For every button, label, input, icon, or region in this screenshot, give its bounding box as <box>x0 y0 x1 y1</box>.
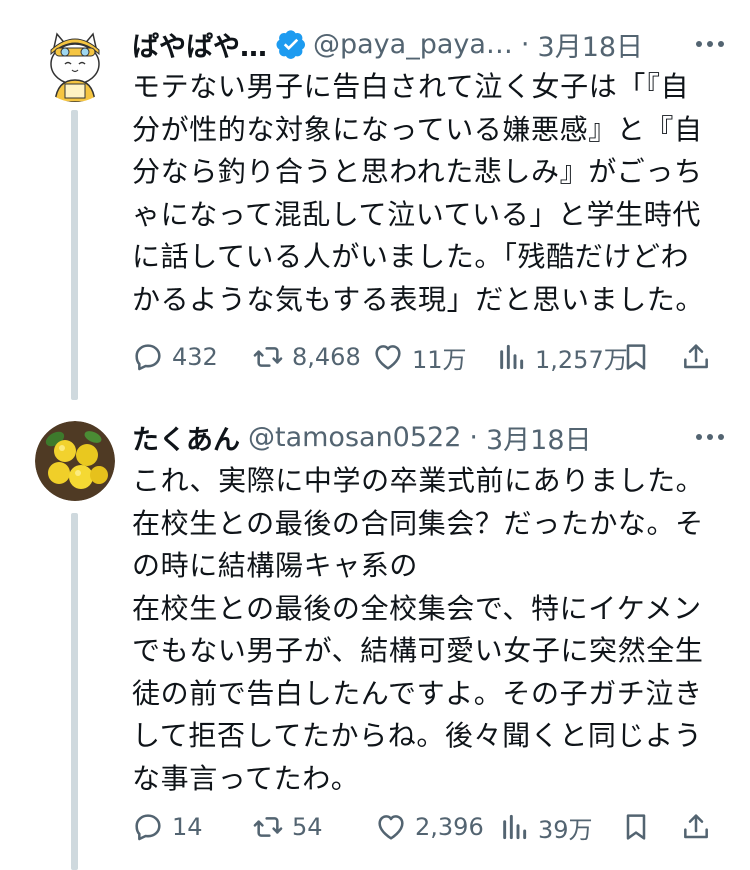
tweet-reply[interactable]: たくあん @tamosan0522 · 3月18日 これ、実際に中学の卒業式前に… <box>0 395 750 870</box>
reply-count: 14 <box>172 813 203 841</box>
tweet-header: たくあん @tamosan0522 · 3月18日 <box>132 417 730 457</box>
heart-icon <box>375 345 401 370</box>
like-button[interactable]: 11万 <box>372 337 467 377</box>
heart-icon <box>378 815 404 840</box>
repost-button[interactable]: 8,468 <box>252 337 361 377</box>
views-button[interactable]: 1,257万 <box>495 337 628 377</box>
repost-button[interactable]: 54 <box>252 807 323 847</box>
bookmark-button[interactable] <box>620 807 652 847</box>
reply-icon <box>135 344 161 371</box>
separator-dot: · <box>520 28 530 60</box>
more-options-icon[interactable] <box>690 29 730 59</box>
reply-count: 432 <box>172 343 218 371</box>
view-count: 1,257万 <box>535 345 628 374</box>
thread-connector-line <box>71 110 78 400</box>
action-bar: 432 8,468 11万 1,257万 <box>130 337 720 377</box>
like-button[interactable]: 2,396 <box>375 807 484 847</box>
display-name[interactable]: ぱやぱや… <box>132 25 267 64</box>
bookmark-icon <box>626 814 646 840</box>
reply-button[interactable]: 432 <box>132 337 218 377</box>
display-name[interactable]: たくあん <box>132 418 240 457</box>
action-bar: 14 54 2,396 39万 <box>130 807 720 847</box>
share-icon <box>684 344 708 369</box>
reply-button[interactable]: 14 <box>132 807 203 847</box>
avatar[interactable] <box>35 421 115 501</box>
repost-icon <box>253 817 283 837</box>
analytics-icon <box>500 344 524 370</box>
view-count: 39万 <box>538 815 593 844</box>
cat-avatar-icon <box>35 22 115 102</box>
user-handle[interactable]: @tamosan0522 <box>248 422 461 453</box>
reply-icon <box>135 814 161 841</box>
verified-badge-icon[interactable] <box>275 28 307 60</box>
share-button[interactable] <box>680 337 712 377</box>
tweet-text: これ、実際に中学の卒業式前にありました。 在校生との最後の合同集会？だったかな。… <box>132 464 705 795</box>
analytics-icon <box>503 814 527 840</box>
repost-count: 8,468 <box>292 343 361 371</box>
like-count: 2,396 <box>415 813 484 841</box>
tweet-parent[interactable]: ぱやぱや… @paya_paya… · 3月18日 モテない男子に告白されて泣く… <box>0 0 750 400</box>
more-options-icon[interactable] <box>690 422 730 452</box>
user-handle[interactable]: @paya_paya… <box>313 29 513 60</box>
bookmark-icon <box>626 344 646 370</box>
tweet-text: モテない男子に告白されて泣く女子は「『自 分が性的な対象になっている嫌悪感』と『… <box>132 70 705 316</box>
bookmark-button[interactable] <box>620 337 652 377</box>
share-button[interactable] <box>680 807 712 847</box>
share-icon <box>684 814 708 839</box>
post-date[interactable]: 3月18日 <box>486 418 592 457</box>
yuzu-fruit-avatar-icon <box>35 421 115 501</box>
like-count: 11万 <box>412 345 467 374</box>
separator-dot: · <box>469 421 478 453</box>
avatar[interactable] <box>35 22 115 102</box>
tweet-header: ぱやぱや… @paya_paya… · 3月18日 <box>132 24 730 64</box>
post-date[interactable]: 3月18日 <box>538 25 644 64</box>
repost-icon <box>253 347 283 367</box>
repost-count: 54 <box>292 813 323 841</box>
thread-connector-line <box>71 513 78 870</box>
views-button[interactable]: 39万 <box>498 807 593 847</box>
